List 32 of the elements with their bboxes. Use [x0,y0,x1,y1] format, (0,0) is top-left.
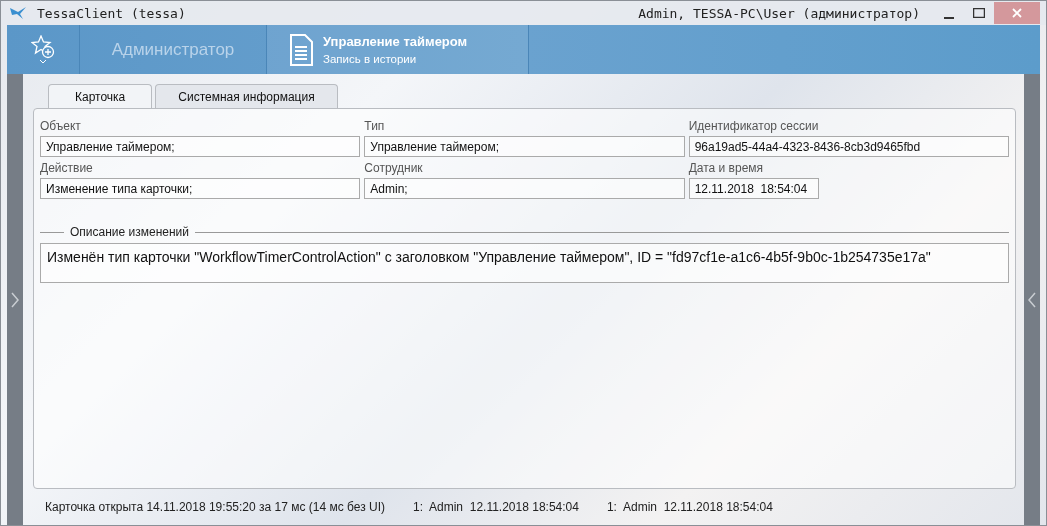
star-plus-icon [31,35,55,59]
user-name: Admin, TESSA-PC\User (администратор) [638,5,920,21]
input-field[interactable]: Управление таймером; [364,136,685,157]
input-field[interactable]: Admin; [364,178,685,199]
field-label: Идентификатор сессии [688,119,820,134]
field-label: Дата и время [688,161,765,176]
group-title: Описание изменений [70,225,189,239]
input-field[interactable]: 12.11.2018 18:54:04 [688,178,819,199]
input-field[interactable]: 96a19ad5-44a4-4323-8436-8cb3d9465fbd [688,136,1009,157]
field-label: Объект [40,119,82,134]
field-label: Тип [364,119,386,134]
card-subtitle: Запись в истории [323,53,418,65]
close-icon [1012,8,1022,18]
chevron-down-icon [39,59,47,64]
tab[interactable]: Карточка [48,84,153,108]
description-field[interactable]: Изменён тип карточки "WorkflowTimerControlAction" с заголовком "Управление таймером", ID = "fd97cf1e-a1c6-4b5f-9b0c-1b254735e17a" [40,243,1009,283]
field-label: Действие [40,161,94,176]
status-text: 1: Admin 12.11.2018 18:54:04 [413,500,579,514]
input-field[interactable]: Изменение типа карточки; [40,178,361,199]
tab[interactable]: Системная информация [155,84,338,108]
minimize-icon [944,17,954,19]
maximize-icon [973,8,985,18]
input-field[interactable]: Управление таймером; [40,136,361,157]
field-label: Сотрудник [364,161,424,176]
status-text: 1: Admin 12.11.2018 18:54:04 [606,500,773,514]
window-title: TessaClient (tessa) [37,5,187,21]
document-icon [289,33,313,66]
chevron-left-icon [1028,291,1036,308]
status-text: Карточка открыта 14.11.2018 19:55:20 за 17 мс (14 мс без UI) [45,500,385,514]
card-title: Управление таймером [323,34,468,49]
bird-logo-icon [9,6,27,20]
chevron-right-icon [11,291,19,308]
